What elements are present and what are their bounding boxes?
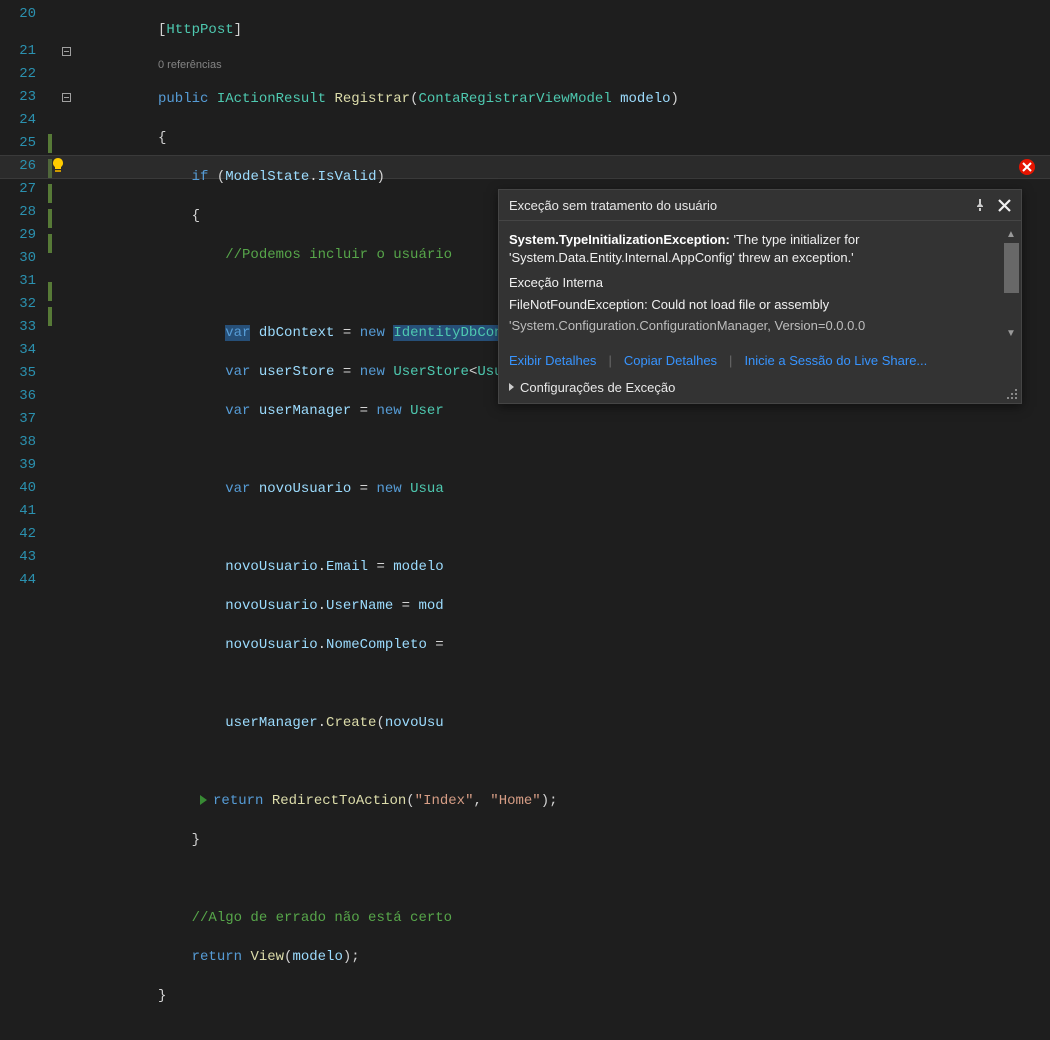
show-details-link[interactable]: Exibir Detalhes [509,353,596,368]
close-icon[interactable] [995,196,1013,214]
copy-details-link[interactable]: Copiar Detalhes [624,353,717,368]
fold-toggle-icon[interactable] [62,93,71,102]
expand-icon[interactable] [509,383,514,391]
exception-body: System.TypeInitializationException: 'The… [499,221,1021,347]
exception-settings-link[interactable]: Configurações de Exceção [520,380,675,395]
scroll-down-icon[interactable]: ▼ [1004,326,1019,341]
lightbulb-icon[interactable] [50,157,66,173]
fold-column[interactable] [56,0,76,588]
exception-type: System.TypeInitializationException: [509,232,730,247]
inner-exception-label: Exceção Interna [509,274,979,292]
fold-toggle-icon[interactable] [62,47,71,56]
line-number-gutter: 20 21222324 25262728 29303132 33343536 3… [0,0,48,588]
exception-title: Exceção sem tratamento do usuário [509,198,965,213]
line-number: 20 [0,3,36,26]
liveshare-link[interactable]: Inicie a Sessão do Live Share... [744,353,927,368]
change-marker-column [48,0,56,588]
pin-icon[interactable] [971,196,989,214]
error-icon [1018,158,1036,176]
play-icon[interactable] [200,795,207,805]
resize-grip-icon[interactable] [1005,387,1017,399]
exception-popup: Exceção sem tratamento do usuário System… [498,189,1022,404]
codelens-references[interactable]: 0 referências [158,58,1050,72]
popup-scrollbar[interactable]: ▲ ▼ [1003,227,1019,341]
inner-exception-detail: 'System.Configuration.ConfigurationManag… [509,317,979,335]
attribute: HttpPost [166,22,233,38]
scroll-thumb[interactable] [1004,243,1019,293]
scroll-up-icon[interactable]: ▲ [1004,227,1019,242]
inner-exception-message: FileNotFoundException: Could not load fi… [509,296,979,314]
